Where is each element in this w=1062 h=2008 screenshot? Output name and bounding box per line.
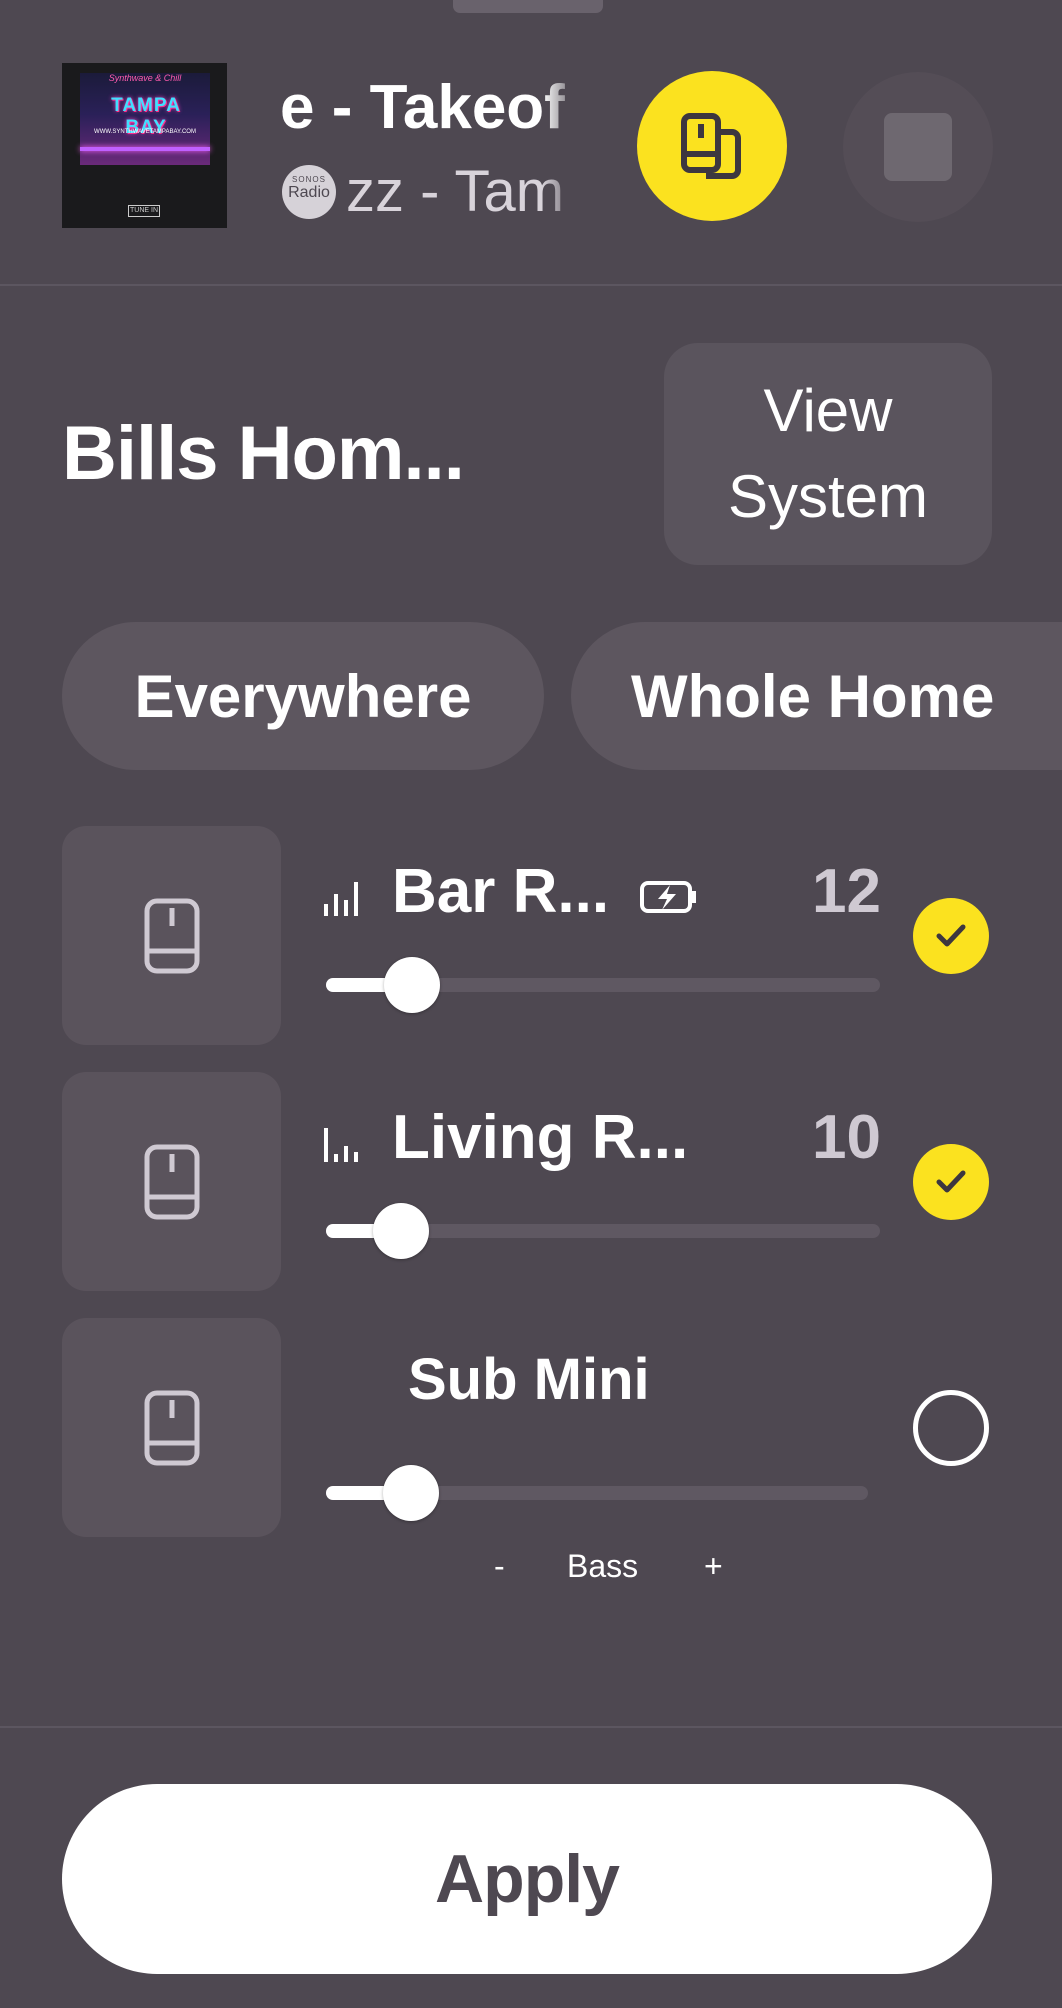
room-row[interactable]: Living R... 10: [0, 1072, 1062, 1292]
equalizer-icon: [324, 1128, 358, 1162]
bass-slider[interactable]: [326, 1465, 868, 1521]
volume-slider[interactable]: [326, 957, 880, 1013]
group-speakers-sheet: Synthwave & Chill TAMPA BAY WWW.SYNTHWAV…: [0, 0, 1062, 2008]
bass-plus[interactable]: +: [704, 1548, 723, 1585]
volume-knob[interactable]: [384, 957, 440, 1013]
equalizer-icon: [324, 882, 358, 916]
volume-slider[interactable]: [326, 1203, 880, 1259]
now-playing-bar: Synthwave & Chill TAMPA BAY WWW.SYNTHWAV…: [0, 0, 1062, 285]
speaker-icon: [144, 1144, 199, 1219]
bass-minus[interactable]: -: [494, 1548, 505, 1585]
room-name: Sub Mini: [408, 1347, 650, 1412]
battery-charging-icon: [640, 881, 696, 913]
room-tile[interactable]: [62, 1072, 281, 1291]
speaker-icon: [144, 1390, 199, 1465]
stop-button[interactable]: [843, 72, 993, 222]
stop-icon: [884, 113, 952, 181]
room-tile[interactable]: [62, 826, 281, 1045]
album-art-logo: TUNE IN: [128, 205, 160, 217]
apply-button[interactable]: Apply: [62, 1784, 992, 1974]
room-name: Bar R...: [392, 857, 610, 926]
speaker-group-button[interactable]: [637, 71, 787, 221]
room-row[interactable]: Sub Mini - Bass +: [0, 1318, 1062, 1584]
room-selected-check[interactable]: [913, 898, 989, 974]
room-volume: 10: [812, 1103, 881, 1172]
album-art[interactable]: Synthwave & Chill TAMPA BAY WWW.SYNTHWAV…: [62, 63, 227, 228]
divider: [0, 284, 1062, 286]
room-selected-check[interactable]: [913, 1144, 989, 1220]
view-system-button[interactable]: View System: [664, 343, 992, 565]
speaker-group-icon: [681, 113, 741, 179]
speaker-icon: [144, 898, 199, 973]
room-row[interactable]: Bar R... 12: [0, 826, 1062, 1046]
room-name: Living R...: [392, 1103, 689, 1172]
chip-everywhere[interactable]: Everywhere: [62, 622, 544, 770]
bass-label: Bass: [567, 1548, 639, 1584]
sonos-radio-badge: SONOS Radio: [282, 165, 336, 219]
room-tile[interactable]: [62, 1318, 281, 1537]
checkmark-icon: [936, 1170, 966, 1193]
album-art-caption: Synthwave & Chill: [108, 73, 182, 83]
album-art-url: WWW.SYNTHWAVETAMPABAY.COM: [94, 129, 196, 135]
volume-knob[interactable]: [373, 1203, 429, 1259]
checkmark-icon: [936, 924, 966, 947]
chip-whole-home[interactable]: Whole Home: [571, 622, 1062, 770]
bass-knob[interactable]: [383, 1465, 439, 1521]
system-title: Bills Hom...: [62, 411, 465, 496]
room-unselected-radio[interactable]: [913, 1390, 989, 1466]
track-title: e - Takeof: [280, 73, 565, 142]
divider: [0, 1726, 1062, 1728]
room-volume: 12: [812, 857, 881, 926]
